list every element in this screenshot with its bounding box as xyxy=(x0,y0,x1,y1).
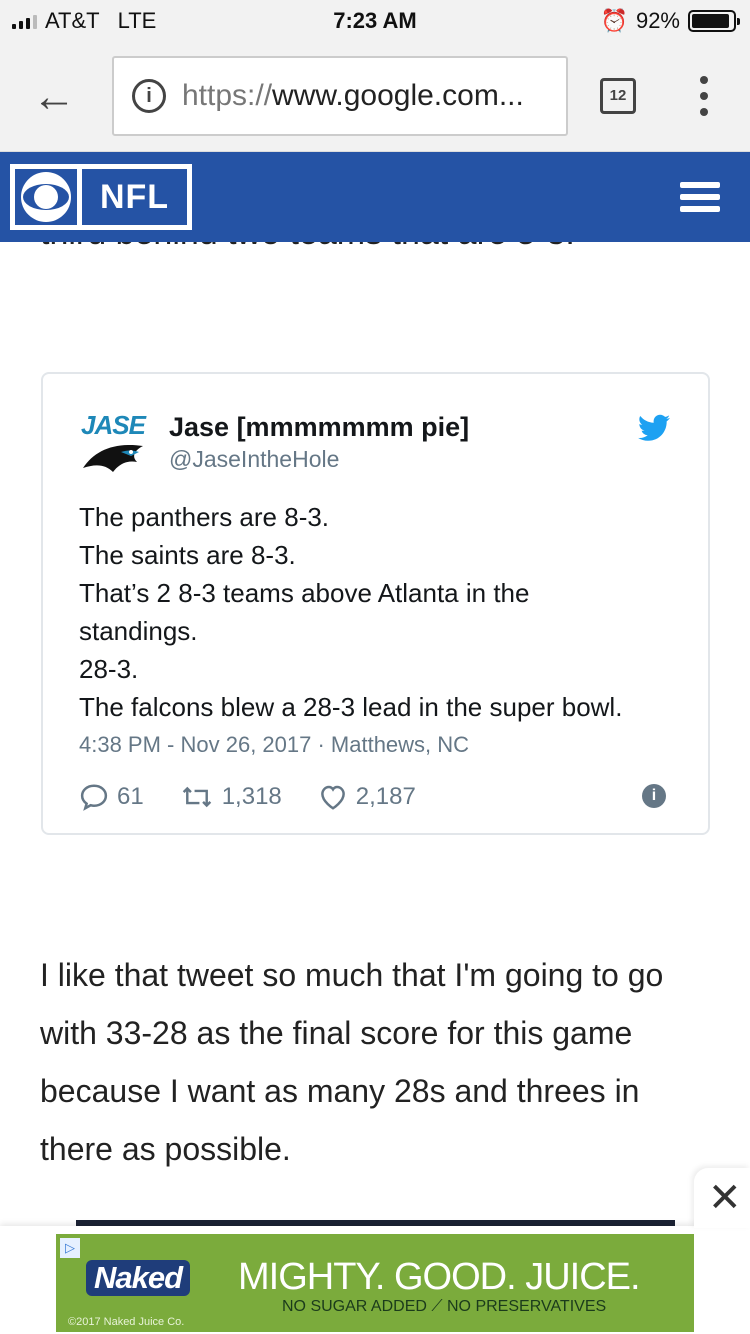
site-header: NFL xyxy=(0,152,750,242)
close-ad-button[interactable]: ✕ xyxy=(694,1168,750,1228)
retweet-count: 1,318 xyxy=(221,783,282,810)
tweet-author-handle[interactable]: @JaseIntheHole xyxy=(169,446,339,473)
tweet-author-name[interactable]: Jase [mmmmmmm pie] xyxy=(169,412,469,443)
heart-icon xyxy=(320,785,345,810)
adchoices-icon[interactable]: ▷ xyxy=(60,1238,80,1258)
tweet-timestamp-location[interactable]: 4:38 PM - Nov 26, 2017 · Matthews, NC xyxy=(79,732,469,758)
avatar-text: JASE xyxy=(81,410,146,440)
article-paragraph: I like that tweet so much that I'm going… xyxy=(40,957,664,1167)
embedded-tweet[interactable]: JASE Jase [mmmmmmm pie] @JaseIntheHole T… xyxy=(41,372,710,835)
address-bar[interactable]: i https://www.google.com... xyxy=(112,56,568,136)
cbs-nfl-logo[interactable]: NFL xyxy=(10,164,192,230)
status-right: ⏰ 92% xyxy=(600,8,740,34)
retweet-button[interactable]: 1,318 xyxy=(180,782,282,812)
sticky-ad-bar: ▷ Naked MIGHTY. GOOD. JUICE. NO SUGAR AD… xyxy=(0,1226,750,1334)
alarm-icon: ⏰ xyxy=(600,8,628,33)
tweet-line: The saints are 8-3. xyxy=(79,540,296,570)
tweet-text: The panthers are 8-3. The saints are 8-3… xyxy=(79,498,679,726)
reply-icon xyxy=(80,784,108,811)
cbs-eye-icon xyxy=(15,169,77,225)
url-host: www.google.com... xyxy=(272,79,524,112)
tab-switcher-button[interactable]: 12 xyxy=(600,78,636,114)
tweet-line: The falcons blew a 28-3 lead in the supe… xyxy=(79,692,623,722)
like-button[interactable]: 2,187 xyxy=(318,782,416,812)
like-count: 2,187 xyxy=(355,783,416,810)
twitter-bird-icon[interactable] xyxy=(638,414,670,442)
tweet-line: standings. xyxy=(79,616,198,646)
tweet-line: 28-3. xyxy=(79,654,139,684)
back-arrow-icon[interactable]: ← xyxy=(32,72,82,122)
overflow-menu-icon[interactable] xyxy=(694,76,714,116)
tweet-actions: 61 1,318 2,187 xyxy=(79,782,452,812)
tweet-line: The panthers are 8-3. xyxy=(79,502,330,532)
battery-fill xyxy=(692,14,729,28)
ad-subline: NO SUGAR ADDED ⟋ NO PRESERVATIVES xyxy=(282,1298,607,1315)
ad-headline: MIGHTY. GOOD. JUICE. xyxy=(238,1256,641,1298)
ad-brand-logo: Naked xyxy=(86,1260,191,1296)
tweet-info-icon[interactable]: i xyxy=(642,784,666,808)
naked-juice-ad[interactable]: ▷ Naked MIGHTY. GOOD. JUICE. NO SUGAR AD… xyxy=(56,1234,694,1332)
url-scheme: https:// xyxy=(182,79,273,112)
browser-toolbar: ← i https://www.google.com... 12 xyxy=(0,42,750,152)
battery-percent: 92% xyxy=(635,8,680,33)
avatar[interactable]: JASE xyxy=(81,412,155,480)
tweet-line: That’s 2 8-3 teams above Atlanta in the xyxy=(79,578,530,608)
battery-icon xyxy=(688,10,740,32)
panther-icon xyxy=(83,444,143,472)
reply-count: 61 xyxy=(117,783,144,810)
retweet-icon xyxy=(182,786,211,808)
hamburger-menu-icon[interactable] xyxy=(680,182,720,212)
ad-copyright: ©2017 Naked Juice Co. xyxy=(68,1316,185,1328)
site-info-icon[interactable]: i xyxy=(132,79,166,113)
close-icon: ✕ xyxy=(708,1176,742,1220)
status-bar: AT&T LTE 7:23 AM ⏰ 92% xyxy=(0,0,750,42)
nfl-logo-text: NFL xyxy=(82,169,187,225)
reply-button[interactable]: 61 xyxy=(79,782,144,812)
